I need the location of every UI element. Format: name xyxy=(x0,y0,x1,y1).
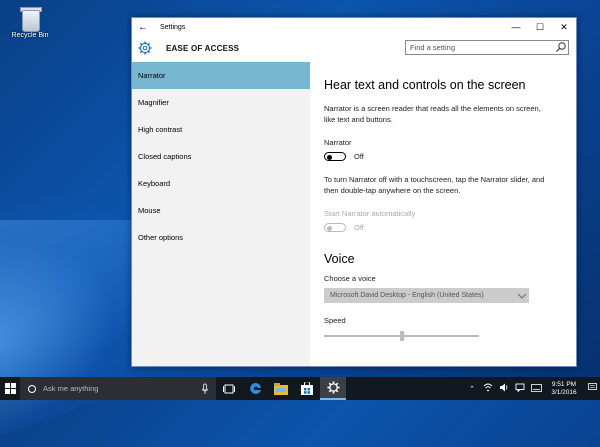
settings-taskbar-icon[interactable] xyxy=(320,377,346,400)
voice-select-value: Microsoft David Desktop - English (Unite… xyxy=(330,292,484,299)
title-bar: ← Settings — ☐ ✕ xyxy=(132,18,576,37)
action-center-icon[interactable] xyxy=(584,383,600,394)
system-tray: ⌃ 9:51 PM 3/1/2016 xyxy=(464,377,600,400)
search-input[interactable]: Find a setting xyxy=(410,43,554,52)
keyboard-icon[interactable] xyxy=(528,383,544,394)
store-icon[interactable] xyxy=(294,377,320,400)
minimize-button[interactable]: — xyxy=(504,18,528,37)
maximize-button[interactable]: ☐ xyxy=(528,18,552,37)
narrator-state: Off xyxy=(354,152,364,161)
recycle-bin-icon xyxy=(19,5,42,32)
clock[interactable]: 9:51 PM 3/1/2016 xyxy=(544,381,584,397)
settings-window: ← Settings — ☐ ✕ EASE OF ACCESS Find a s… xyxy=(131,17,577,367)
speed-slider[interactable] xyxy=(324,331,479,341)
sidebar-item-magnifier[interactable]: Magnifier xyxy=(132,89,310,116)
start-button[interactable] xyxy=(0,377,20,400)
task-view-icon[interactable] xyxy=(216,377,242,400)
sidebar-item-label: Mouse xyxy=(138,206,161,215)
microphone-icon[interactable] xyxy=(200,383,210,395)
chevron-down-icon xyxy=(517,293,527,299)
sidebar-item-keyboard[interactable]: Keyboard xyxy=(132,170,310,197)
chevron-up-icon[interactable]: ⌃ xyxy=(464,385,480,393)
sidebar-item-narrator[interactable]: Narrator xyxy=(132,62,310,89)
speed-slider-thumb[interactable] xyxy=(400,331,404,341)
find-setting-search[interactable]: Find a setting xyxy=(405,40,569,55)
sidebar-item-other-options[interactable]: Other options xyxy=(132,224,310,251)
sidebar-item-label: Closed captions xyxy=(138,152,192,161)
narrator-toggle[interactable] xyxy=(324,152,346,161)
gear-icon xyxy=(138,41,152,55)
speed-label: Speed xyxy=(324,316,346,325)
auto-start-label: Start Narrator automatically xyxy=(324,209,416,218)
auto-start-state: Off xyxy=(354,223,364,232)
sidebar-item-mouse[interactable]: Mouse xyxy=(132,197,310,224)
sidebar-item-label: Other options xyxy=(138,233,184,242)
notifications-icon[interactable] xyxy=(512,383,528,394)
taskbar: Ask me anything ⌃ 9:51 PM 3/1/2016 xyxy=(0,377,600,400)
search-icon[interactable] xyxy=(554,41,568,54)
choose-voice-label: Choose a voice xyxy=(324,274,376,283)
sidebar-item-closed-captions[interactable]: Closed captions xyxy=(132,143,310,170)
sidebar: Narrator Magnifier High contrast Closed … xyxy=(132,62,310,366)
sidebar-item-label: Magnifier xyxy=(138,98,169,107)
narrator-description: Narrator is a screen reader that reads a… xyxy=(324,104,541,124)
sidebar-item-high-contrast[interactable]: High contrast xyxy=(132,116,310,143)
clock-time: 9:51 PM xyxy=(551,380,577,388)
cortana-search-input[interactable]: Ask me anything xyxy=(43,384,200,393)
close-button[interactable]: ✕ xyxy=(552,18,576,37)
cortana-search[interactable]: Ask me anything xyxy=(20,377,216,400)
sidebar-item-label: High contrast xyxy=(138,125,183,134)
recycle-bin-label: Recycle Bin xyxy=(11,32,49,39)
clock-date: 3/1/2016 xyxy=(551,388,577,396)
voice-heading: Voice xyxy=(324,252,355,266)
voice-select[interactable]: Microsoft David Desktop - English (Unite… xyxy=(324,288,529,303)
volume-icon[interactable] xyxy=(496,383,512,394)
window-title: Settings xyxy=(160,24,186,31)
desktop-beam-secondary xyxy=(0,220,135,380)
sidebar-item-label: Keyboard xyxy=(138,179,171,188)
edge-browser-icon[interactable] xyxy=(242,377,268,400)
section-title: EASE OF ACCESS xyxy=(166,43,240,53)
back-arrow-icon[interactable]: ← xyxy=(132,22,154,33)
cortana-icon xyxy=(28,384,36,393)
touch-info-text: To turn Narrator off with a touchscreen,… xyxy=(324,175,545,195)
auto-start-toggle[interactable] xyxy=(324,223,346,232)
network-icon[interactable] xyxy=(480,383,496,394)
main-content: Hear text and controls on the screen Nar… xyxy=(324,62,568,366)
sidebar-item-label: Narrator xyxy=(138,71,166,80)
page-heading: Hear text and controls on the screen xyxy=(324,78,526,92)
windows-logo-icon xyxy=(4,383,16,394)
file-explorer-icon[interactable] xyxy=(268,377,294,400)
recycle-bin-shortcut[interactable]: Recycle Bin xyxy=(2,3,58,39)
narrator-label: Narrator xyxy=(324,138,352,147)
